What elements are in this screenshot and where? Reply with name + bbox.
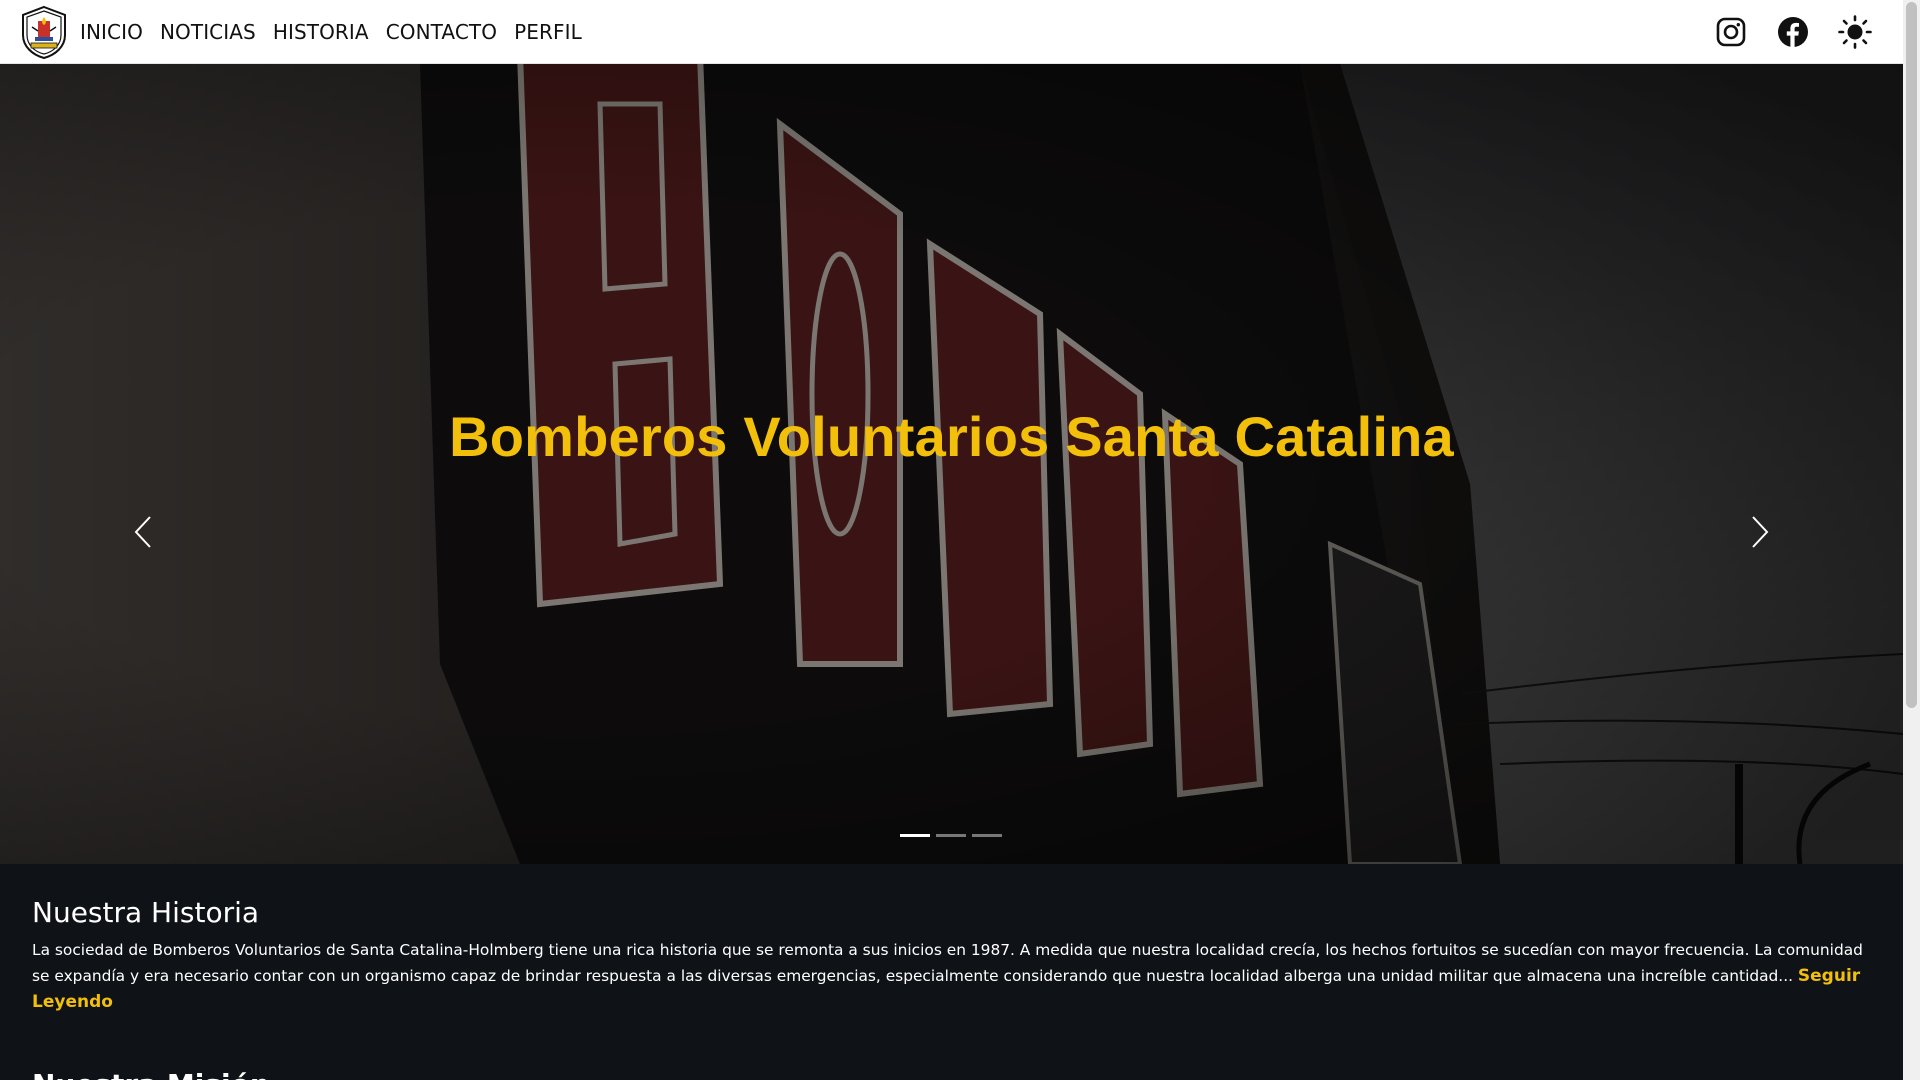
viewport: INICIO NOTICIAS HISTORIA CONTACTO PERFIL — [0, 0, 1903, 1080]
nav-link-historia[interactable]: HISTORIA — [273, 20, 369, 44]
historia-section: Nuestra Historia La sociedad de Bomberos… — [0, 864, 1903, 1080]
hero-carousel: Bomberos Voluntarios Santa Catalina — [0, 64, 1903, 864]
fire-department-logo — [22, 5, 66, 59]
historia-title: Nuestra Historia — [32, 896, 260, 929]
page: INICIO NOTICIAS HISTORIA CONTACTO PERFIL — [0, 0, 1920, 1080]
navbar: INICIO NOTICIAS HISTORIA CONTACTO PERFIL — [0, 0, 1903, 64]
hero-title: Bomberos Voluntarios Santa Catalina — [449, 405, 1454, 468]
theme-toggle-button[interactable] — [1835, 12, 1875, 52]
nav-link-contacto[interactable]: CONTACTO — [386, 20, 497, 44]
scrollbar-thumb[interactable] — [1906, 2, 1917, 708]
carousel-indicators — [900, 834, 1002, 837]
facebook-icon — [1778, 16, 1808, 47]
carousel-prev-button[interactable] — [113, 502, 173, 562]
chevron-right-icon — [1752, 516, 1769, 548]
nav-social — [1689, 12, 1875, 52]
historia-body: La sociedad de Bomberos Voluntarios de S… — [32, 937, 1872, 1015]
facebook-link[interactable] — [1773, 12, 1813, 52]
carousel-indicator-3[interactable] — [972, 834, 1002, 837]
vertical-scrollbar[interactable] — [1903, 0, 1920, 1080]
chevron-left-icon — [134, 516, 151, 548]
carousel-next-button[interactable] — [1730, 502, 1790, 562]
nav-link-inicio[interactable]: INICIO — [80, 20, 143, 44]
instagram-link[interactable] — [1711, 12, 1751, 52]
nav-link-noticias[interactable]: NOTICIAS — [160, 20, 256, 44]
carousel-indicator-1[interactable] — [900, 834, 930, 837]
nav-links: INICIO NOTICIAS HISTORIA CONTACTO PERFIL — [80, 20, 599, 44]
logo-link[interactable] — [17, 5, 71, 59]
instagram-icon — [1716, 17, 1746, 46]
sun-icon — [1838, 14, 1872, 49]
mision-title: Nuestra Misión — [32, 1068, 270, 1080]
carousel-indicator-2[interactable] — [936, 834, 966, 837]
nav-link-perfil[interactable]: PERFIL — [514, 20, 582, 44]
historia-text: La sociedad de Bomberos Voluntarios de S… — [32, 941, 1863, 985]
